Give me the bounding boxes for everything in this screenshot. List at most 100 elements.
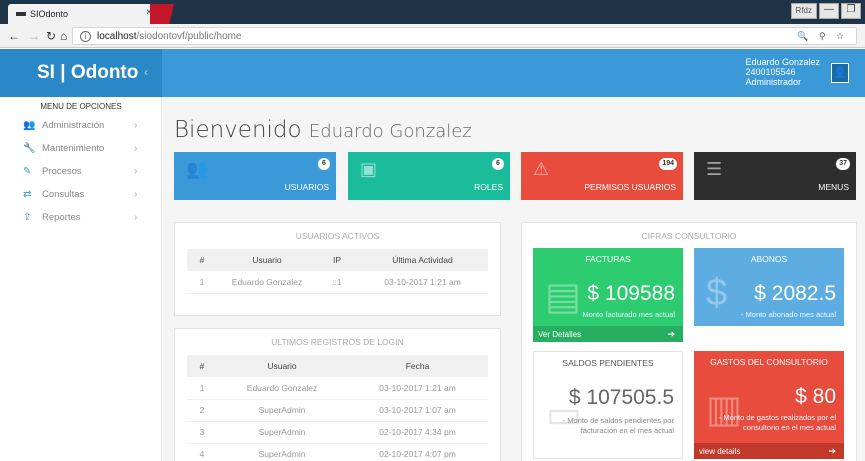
app-logo[interactable]: SI | Odonto ‹: [0, 49, 162, 97]
active-users-panel: USUARIOS ACTIVOS # Usuario IP Última Act…: [174, 222, 501, 316]
wrench-icon: 🔧: [23, 143, 36, 154]
table-cell: 02-10-2017 4:34 pm: [347, 421, 488, 444]
users-icon: 👥: [186, 159, 209, 179]
sidebar-item-label: Procesos: [42, 166, 82, 177]
card-description: facturación en el mes actual: [580, 426, 674, 435]
login-log-panel: ULTIMOS REGISTROS DE LOGIN # Usuario Fec…: [174, 328, 501, 461]
details-link[interactable]: view details ➔: [694, 443, 844, 459]
details-link[interactable]: Ver Detalles ➔: [533, 326, 683, 342]
arrow-right-icon: ➔: [828, 446, 836, 456]
column-header: Usuario: [217, 249, 317, 271]
count-badge: 37: [836, 158, 850, 170]
table-row[interactable]: 2 SuperAdmin 03-10-2017 1:07 am: [187, 399, 488, 422]
forward-icon[interactable]: →: [28, 29, 40, 43]
card-value: $ 80: [795, 385, 836, 408]
browser-tab[interactable]: SIOdonto ×: [8, 4, 158, 24]
table-cell: Eduardo Gonzalez: [217, 377, 347, 400]
user-menu[interactable]: Eduardo Gonzalez 2400105546 Administrado…: [745, 57, 820, 87]
table-header-row: # Usuario IP Última Actividad: [187, 249, 488, 271]
tile-menus[interactable]: ☰ 37 MENUS: [694, 152, 856, 200]
count-badge: 6: [492, 158, 504, 170]
welcome-text: Bienvenido: [174, 117, 302, 143]
sidebar-item-mantenimiento[interactable]: 🔧 Mantenimiento ›: [0, 140, 162, 162]
column-header: Última Actividad: [357, 249, 488, 271]
active-users-table: # Usuario IP Última Actividad 1 Eduardo …: [187, 249, 488, 294]
info-icon[interactable]: i: [80, 31, 91, 42]
table-cell: 03-10-2017 1:21 am: [347, 377, 488, 400]
sidebar-item-procesos[interactable]: ✎ Procesos ›: [0, 163, 162, 185]
card-description: - Monto de saldos pendientes por: [562, 416, 674, 425]
chevron-right-icon: ›: [134, 120, 138, 131]
table-cell: 2: [187, 399, 217, 422]
tile-roles[interactable]: ▣ 6 ROLES: [348, 152, 510, 200]
gastos-card: GASTOS DEL CONSULTORIO ▥ $ 80 - Monto de…: [694, 351, 844, 459]
tile-label: MENUS: [818, 182, 849, 192]
avatar[interactable]: 👤: [831, 63, 849, 83]
tile-label: PERMISOS USUARIOS: [584, 182, 676, 192]
table-cell: SuperAdmin: [217, 421, 347, 444]
card-title: GASTOS DEL CONSULTORIO: [710, 357, 828, 367]
top-navbar: Eduardo Gonzalez 2400105546 Administrado…: [162, 49, 865, 97]
arrow-right-icon: ➔: [667, 329, 675, 339]
column-header: Fecha: [347, 355, 488, 377]
chevron-right-icon: ›: [134, 166, 138, 177]
logo-text: SI | Odonto: [37, 62, 139, 83]
table-cell: SuperAdmin: [217, 399, 347, 422]
page-title: Bienvenido Eduardo Gonzalez: [174, 117, 472, 143]
maximize-button[interactable]: ❐: [841, 3, 861, 19]
address-bar: ← → ↻ ⌂ i localhost/siodontovf/public/ho…: [0, 24, 865, 48]
sidebar: MENU DE OPCIONES 👥 Administración › 🔧 Ma…: [0, 97, 162, 461]
tile-label: ROLES: [474, 182, 503, 192]
list-icon: ☰: [706, 159, 723, 179]
table-cell: ::1: [317, 271, 357, 294]
sidebar-item-consultas[interactable]: ⇄ Consultas ›: [0, 186, 162, 208]
browser-tabbar: SIOdonto × Rfdz — ❐: [0, 0, 865, 24]
card-value: $ 2082.5: [754, 282, 836, 305]
table-row[interactable]: 4 SuperAdmin 02-10-2017 4:07 pm: [187, 443, 488, 461]
url-input[interactable]: i localhost/siodontovf/public/home 🔍 ⚲ ☆: [72, 27, 857, 45]
card-description: - Monto de gastos realizados por el: [718, 413, 836, 422]
column-header: IP: [317, 249, 357, 271]
tab-title: SIOdonto: [30, 9, 69, 19]
sidebar-item-label: Administración: [42, 120, 105, 131]
sidebar-item-reportes[interactable]: ⇪ Reportes ›: [0, 209, 162, 231]
table-cell: SuperAdmin: [217, 443, 347, 461]
column-header: #: [187, 249, 217, 271]
table-cell: 4: [187, 443, 217, 461]
chevron-right-icon: ›: [134, 212, 138, 223]
back-icon[interactable]: ←: [8, 29, 20, 43]
new-tab-button[interactable]: [150, 4, 174, 24]
minimize-button[interactable]: —: [819, 3, 839, 19]
window-user-badge[interactable]: Rfdz: [790, 3, 817, 19]
main-content: Bienvenido Eduardo Gonzalez 👥 6 USUARIOS…: [163, 97, 865, 461]
welcome-user-name: Eduardo Gonzalez: [308, 121, 472, 142]
user-id: 2400105546: [745, 67, 796, 77]
table-row[interactable]: 1 Eduardo Gonzalez ::1 03-10-2017 1:21 a…: [187, 271, 488, 294]
tile-usuarios[interactable]: 👥 6 USUARIOS: [174, 152, 336, 200]
tile-label: USUARIOS: [284, 182, 329, 192]
details-link-label: view details: [699, 447, 741, 456]
panel-title: USUARIOS ACTIVOS: [295, 231, 380, 241]
chevron-right-icon: ›: [134, 143, 138, 154]
reload-icon[interactable]: ↻: [46, 29, 56, 43]
card-value: $ 107505.5: [568, 386, 674, 409]
briefcase-icon: ▣: [360, 159, 378, 179]
sidebar-toggle-icon[interactable]: ‹: [144, 65, 148, 79]
sidebar-item-label: Consultas: [42, 189, 85, 200]
column-header: Usuario: [217, 355, 347, 377]
card-title: ABONOS: [750, 254, 788, 264]
document-icon: ▤: [545, 276, 581, 318]
card-value: $ 109588: [587, 282, 675, 305]
table-cell: 03-10-2017 1:21 am: [357, 271, 488, 294]
url-actions-icons[interactable]: 🔍 ⚲ ☆: [797, 31, 848, 42]
users-icon: 👥: [23, 120, 36, 131]
table-cell: Eduardo Gonzalez: [217, 271, 317, 294]
home-icon[interactable]: ⌂: [60, 29, 67, 43]
tile-permisos-usuarios[interactable]: ⚠ 194 PERMISOS USUARIOS: [521, 152, 683, 200]
table-cell: 1: [187, 377, 217, 400]
sidebar-item-administracion[interactable]: 👥 Administración ›: [0, 117, 162, 139]
login-log-table: # Usuario Fecha 1 Eduardo Gonzalez 03-10…: [187, 355, 488, 461]
table-row[interactable]: 1 Eduardo Gonzalez 03-10-2017 1:21 am: [187, 377, 488, 400]
table-row[interactable]: 3 SuperAdmin 02-10-2017 4:34 pm: [187, 421, 488, 444]
table-cell: 03-10-2017 1:07 am: [347, 399, 488, 422]
